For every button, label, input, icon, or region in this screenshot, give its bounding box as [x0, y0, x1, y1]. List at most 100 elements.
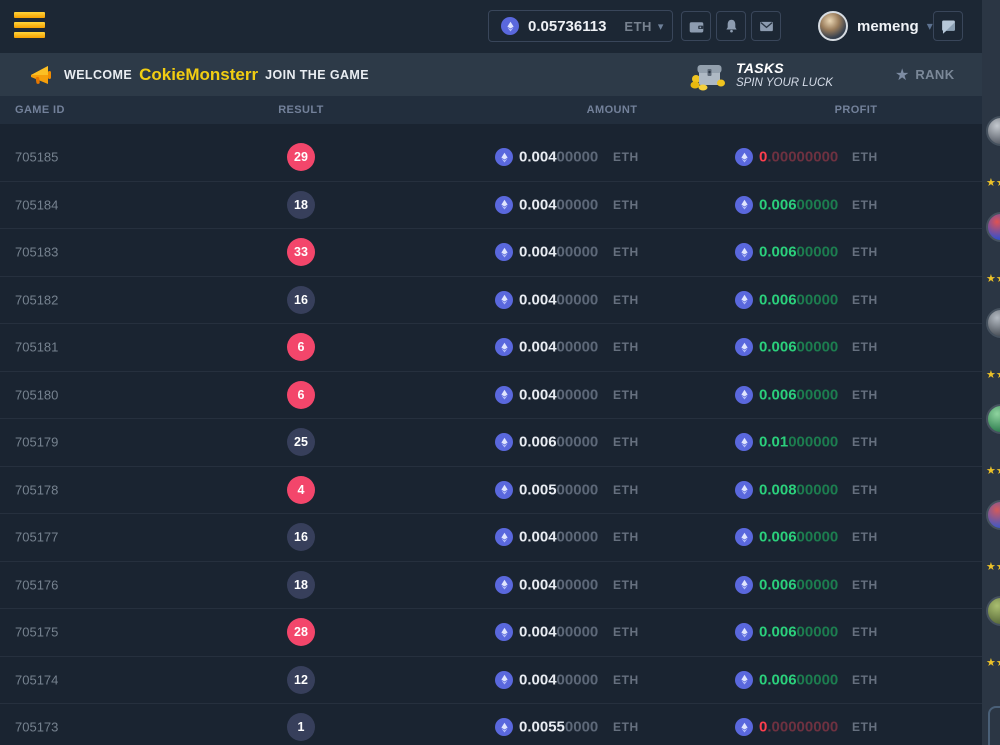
result-badge: 16 — [287, 286, 315, 314]
table-row[interactable]: 705177 16 0.00400000 ETH 0.00600000 ETH — [0, 514, 982, 562]
eth-icon — [735, 338, 753, 356]
profit-amount: 0.00600000 — [759, 386, 838, 403]
profit-amount: 0.00600000 — [759, 576, 838, 593]
eth-icon — [495, 386, 513, 404]
game-id: 705177 — [15, 530, 58, 545]
table-row[interactable]: 705173 1 0.00550000 ETH 0.00000000 ETH — [0, 704, 982, 745]
eth-icon — [495, 671, 513, 689]
wallet-icon — [688, 18, 705, 35]
balance-currency: ETH — [624, 19, 652, 34]
amount-currency-label: ETH — [613, 388, 639, 402]
eth-icon — [735, 433, 753, 451]
bet-amount: 0.00400000 — [519, 196, 598, 213]
bet-amount: 0.00400000 — [519, 386, 598, 403]
result-number: 6 — [298, 340, 305, 354]
chat-avatar[interactable] — [986, 116, 1000, 146]
topbar: 0.05736113 ETH ▾ memeng — [0, 0, 982, 53]
table-row[interactable]: 705176 18 0.00400000 ETH 0.00600000 ETH — [0, 562, 982, 610]
eth-icon — [495, 623, 513, 641]
rank-label: RANK — [915, 67, 954, 82]
eth-icon — [735, 196, 753, 214]
avatar — [818, 11, 848, 41]
amount-currency-label: ETH — [613, 483, 639, 497]
profit-amount: 0.00600000 — [759, 624, 838, 641]
game-id: 705183 — [15, 245, 58, 260]
bet-amount: 0.00400000 — [519, 291, 598, 308]
profit-currency-label: ETH — [852, 150, 878, 164]
bet-amount: 0.00400000 — [519, 339, 598, 356]
game-id: 705180 — [15, 387, 58, 402]
table-row[interactable]: 705183 33 0.00400000 ETH 0.00600000 ETH — [0, 229, 982, 277]
star-icon: ★ — [895, 65, 909, 85]
username: memeng — [857, 18, 919, 35]
chat-toggle-button[interactable] — [933, 11, 963, 41]
notifications-button[interactable] — [716, 11, 746, 41]
profit-currency-label: ETH — [852, 198, 878, 212]
chat-avatar[interactable] — [986, 500, 1000, 530]
result-number: 29 — [294, 150, 308, 164]
table-row[interactable]: 705175 28 0.00400000 ETH 0.00600000 ETH — [0, 609, 982, 657]
profit-amount: 0.00000000 — [759, 719, 838, 736]
result-badge: 29 — [287, 143, 315, 171]
table-row[interactable]: 705185 29 0.00400000 ETH 0.00000000 ETH — [0, 134, 982, 182]
eth-icon — [495, 291, 513, 309]
megaphone-icon — [28, 62, 54, 88]
amount-currency-label: ETH — [613, 530, 639, 544]
wallet-button[interactable] — [681, 11, 711, 41]
envelope-icon — [758, 18, 775, 35]
table-row[interactable]: 705182 16 0.00400000 ETH 0.00600000 ETH — [0, 277, 982, 325]
menu-bar — [14, 22, 45, 28]
star-icon: ★★ — [986, 464, 1000, 477]
welcome-player-name: CokieMonsterr — [139, 65, 258, 85]
table-row[interactable]: 705180 6 0.00400000 ETH 0.00600000 ETH — [0, 372, 982, 420]
table-row[interactable]: 705181 6 0.00400000 ETH 0.00600000 ETH — [0, 324, 982, 372]
bet-amount: 0.00600000 — [519, 434, 598, 451]
balance-selector[interactable]: 0.05736113 ETH ▾ — [488, 10, 673, 42]
table-row[interactable]: 705179 25 0.00600000 ETH 0.01000000 ETH — [0, 419, 982, 467]
table-row[interactable]: 705184 18 0.00400000 ETH 0.00600000 ETH — [0, 182, 982, 230]
eth-icon — [735, 243, 753, 261]
result-number: 16 — [294, 530, 308, 544]
rank-button[interactable]: ★ RANK — [895, 53, 955, 96]
profit-currency-label: ETH — [852, 625, 878, 639]
column-header-amount: AMOUNT — [582, 104, 642, 116]
amount-currency-label: ETH — [613, 578, 639, 592]
chat-avatar[interactable] — [986, 404, 1000, 434]
profit-amount: 0.00600000 — [759, 196, 838, 213]
table-row[interactable]: 705174 12 0.00400000 ETH 0.00600000 ETH — [0, 657, 982, 705]
chat-avatar[interactable] — [986, 212, 1000, 242]
column-header-result: RESULT — [267, 104, 335, 116]
chat-avatar[interactable] — [986, 596, 1000, 626]
result-number: 12 — [294, 673, 308, 687]
table-row[interactable]: 705178 4 0.00500000 ETH 0.00800000 ETH — [0, 467, 982, 515]
profit-currency-label: ETH — [852, 435, 878, 449]
chat-panel-partial[interactable]: ★★★★★★★★★★★★ — [982, 0, 1000, 745]
chat-avatar[interactable] — [986, 308, 1000, 338]
menu-button[interactable] — [14, 12, 45, 40]
result-badge: 18 — [287, 191, 315, 219]
welcome-message: WELCOME CokieMonsterr JOIN THE GAME — [64, 53, 369, 96]
result-number: 25 — [294, 435, 308, 449]
tasks-title: TASKS — [736, 60, 833, 76]
amount-currency-label: ETH — [613, 198, 639, 212]
tasks-subtitle: SPIN YOUR LUCK — [736, 77, 833, 89]
tasks-button[interactable]: TASKS SPIN YOUR LUCK — [690, 53, 833, 96]
user-menu[interactable]: memeng ▾ — [818, 9, 933, 43]
chat-bubble-icon — [940, 18, 957, 35]
game-id: 705179 — [15, 435, 58, 450]
menu-bar — [14, 12, 45, 18]
result-badge: 18 — [287, 571, 315, 599]
bet-amount: 0.00500000 — [519, 481, 598, 498]
chat-message-box-partial[interactable] — [988, 706, 1000, 745]
amount-currency-label: ETH — [613, 625, 639, 639]
eth-icon — [735, 576, 753, 594]
join-label: JOIN THE GAME — [265, 68, 369, 82]
bet-amount: 0.00400000 — [519, 529, 598, 546]
column-header-profit: PROFIT — [826, 104, 886, 116]
profit-amount: 0.00000000 — [759, 149, 838, 166]
messages-button[interactable] — [751, 11, 781, 41]
result-badge: 6 — [287, 333, 315, 361]
profit-amount: 0.01000000 — [759, 434, 838, 451]
welcome-label: WELCOME — [64, 68, 132, 82]
result-number: 4 — [298, 483, 305, 497]
